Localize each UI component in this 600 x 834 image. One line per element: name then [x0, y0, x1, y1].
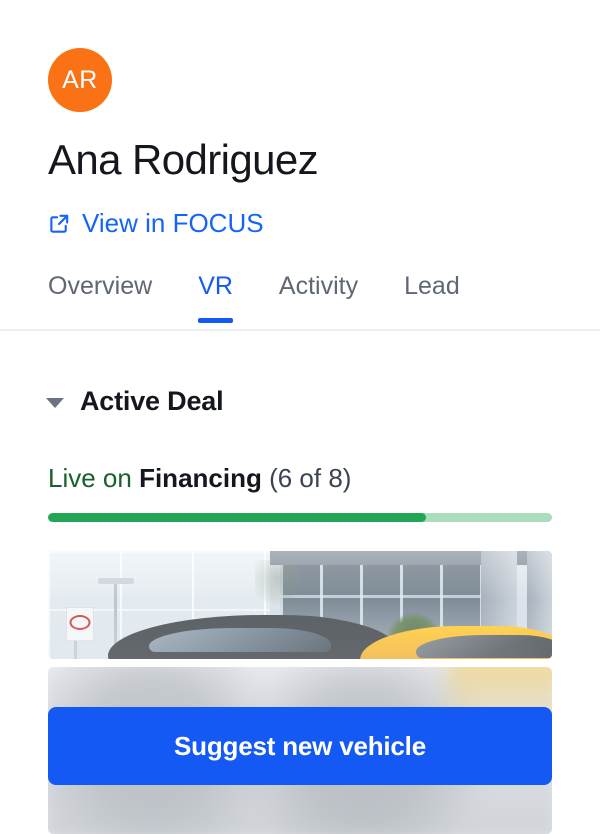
- deal-progress-bar: [48, 513, 552, 522]
- vehicle-recommendation-panel: AR Ana Rodriguez View in FOCUS Overview …: [0, 0, 600, 834]
- deal-status: Live on Financing (6 of 8): [48, 463, 351, 494]
- vehicle-photo-primary[interactable]: [48, 551, 552, 659]
- avatar-initials: AR: [62, 65, 98, 94]
- caret-down-icon: [46, 398, 64, 408]
- avatar: AR: [48, 48, 112, 112]
- palm-tree: [254, 559, 301, 618]
- tab-activity[interactable]: Activity: [279, 272, 358, 323]
- view-in-focus-link[interactable]: View in FOCUS: [48, 208, 264, 239]
- tab-overview[interactable]: Overview: [48, 272, 152, 323]
- deal-status-stage: Financing: [139, 463, 262, 493]
- vehicle-media-stack: [48, 551, 552, 834]
- suggest-new-vehicle-button[interactable]: Suggest new vehicle: [48, 707, 552, 785]
- tab-bar: Overview VR Activity Lead: [0, 272, 600, 331]
- deal-progress-fill: [48, 513, 426, 522]
- active-deal-title: Active Deal: [80, 386, 224, 416]
- active-deal-section-toggle[interactable]: Active Deal: [46, 386, 224, 417]
- deal-status-live: Live on: [48, 463, 132, 493]
- tab-lead[interactable]: Lead: [404, 272, 460, 323]
- page-title: Ana Rodriguez: [48, 136, 319, 183]
- tab-vr[interactable]: VR: [198, 272, 233, 323]
- toyota-sign: [65, 607, 94, 642]
- external-link-icon: [48, 212, 71, 235]
- dealership-scene: [48, 551, 552, 659]
- view-in-focus-label: View in FOCUS: [82, 208, 264, 238]
- deal-status-count: (6 of 8): [269, 463, 352, 493]
